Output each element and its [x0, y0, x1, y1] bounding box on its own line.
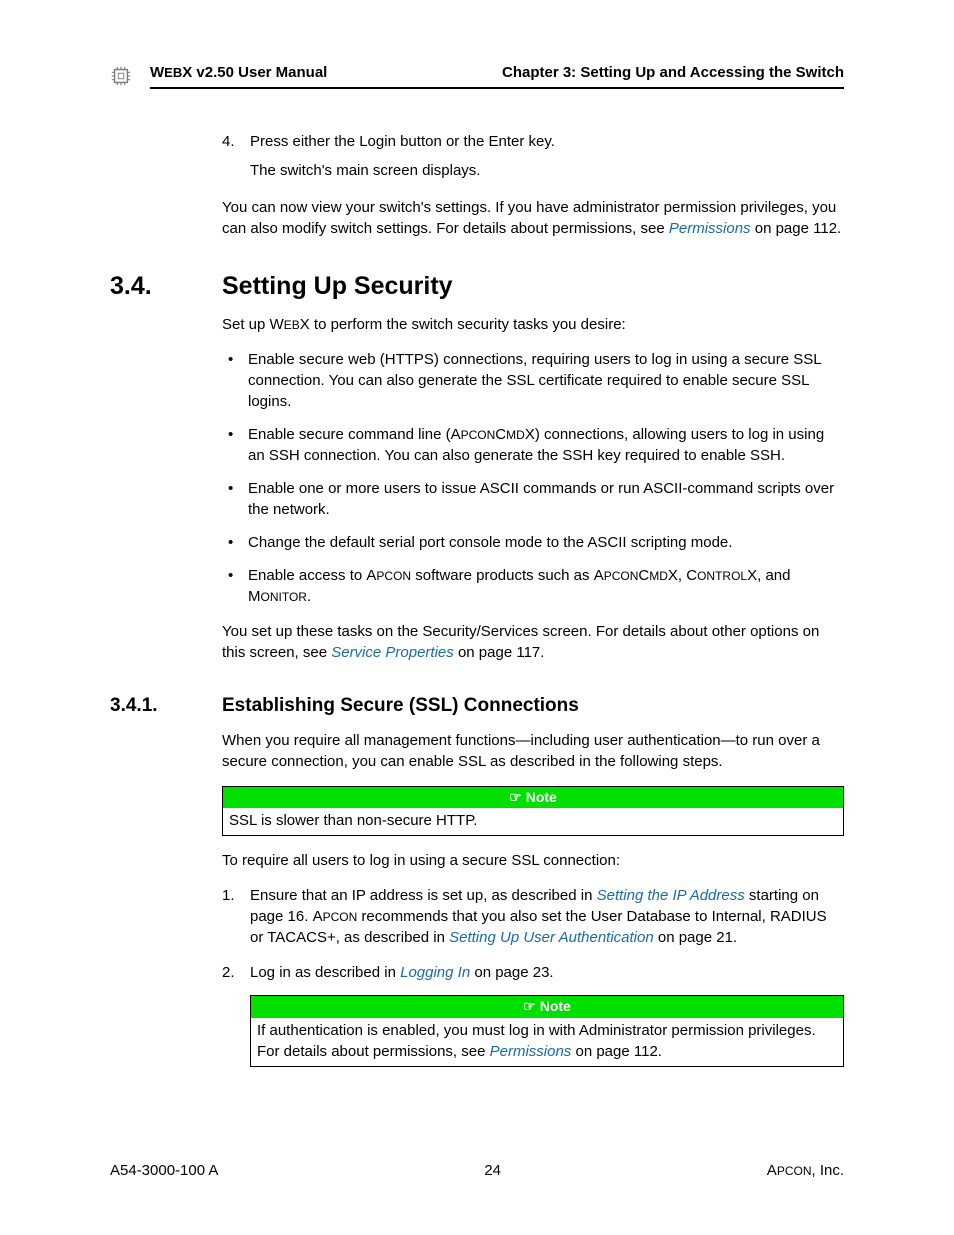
link-service-properties[interactable]: Service Properties [331, 644, 454, 661]
para-setup-tasks: You set up these tasks on the Security/S… [222, 621, 844, 663]
ssl-step-1: Ensure that an IP address is set up, as … [222, 885, 844, 948]
section-3-4-num: 3.4. [110, 269, 222, 304]
step-4-num: 4. [222, 131, 250, 152]
link-setting-ip[interactable]: Setting the IP Address [597, 887, 745, 904]
section-3-4-1-num: 3.4.1. [110, 693, 222, 720]
page-header: WEBX v2.50 User Manual Chapter 3: Settin… [110, 62, 844, 93]
bullet-https: Enable secure web (HTTPS) connections, r… [222, 349, 844, 412]
section-3-4-heading: 3.4. Setting Up Security [110, 269, 844, 304]
link-permissions[interactable]: Permissions [669, 220, 751, 237]
sec34-intro: Set up WEBX to perform the switch securi… [222, 314, 844, 335]
header-right: Chapter 3: Setting Up and Accessing the … [502, 62, 844, 83]
sec34-bullets: Enable secure web (HTTPS) connections, r… [222, 349, 844, 607]
sec341-intro: When you require all management function… [222, 730, 844, 772]
step-4: 4. Press either the Login button or the … [222, 131, 844, 152]
link-logging-in[interactable]: Logging In [400, 964, 470, 981]
para-require-ssl: To require all users to log in using a s… [222, 850, 844, 871]
ssl-steps: Ensure that an IP address is set up, as … [222, 885, 844, 1067]
note-head-2: ☞Note [251, 996, 843, 1018]
note-auth-admin: ☞Note If authentication is enabled, you … [250, 995, 844, 1067]
section-3-4-1-title: Establishing Secure (SSL) Connections [222, 693, 579, 720]
hand-icon: ☞ [509, 789, 522, 805]
header-left: WEBX v2.50 User Manual [150, 62, 327, 83]
footer-company: APCON, Inc. [767, 1160, 844, 1181]
footer-pagenum: 24 [484, 1160, 501, 1181]
footer-docnum: A54-3000-100 A [110, 1160, 218, 1181]
link-permissions-2[interactable]: Permissions [490, 1043, 572, 1060]
step-4-result: The switch's main screen displays. [250, 160, 844, 181]
note-head: ☞Note [223, 787, 843, 809]
note-ssl-slower: ☞Note SSL is slower than non-secure HTTP… [222, 786, 844, 837]
chip-icon [110, 65, 132, 87]
para-view-settings: You can now view your switch's settings.… [222, 197, 844, 239]
bullet-ascii: Enable one or more users to issue ASCII … [222, 478, 844, 520]
content: 4. Press either the Login button or the … [222, 131, 844, 239]
page: WEBX v2.50 User Manual Chapter 3: Settin… [0, 0, 954, 1235]
step-4-body: Press either the Login button or the Ent… [250, 131, 844, 152]
header-titles: WEBX v2.50 User Manual Chapter 3: Settin… [150, 62, 844, 89]
note-body-2: If authentication is enabled, you must l… [251, 1018, 843, 1066]
bullet-serial: Change the default serial port console m… [222, 532, 844, 553]
note-body: SSL is slower than non-secure HTTP. [223, 808, 843, 835]
hand-icon: ☞ [523, 998, 536, 1014]
link-user-auth[interactable]: Setting Up User Authentication [449, 929, 654, 946]
bullet-products: Enable access to APCON software products… [222, 565, 844, 607]
ssl-step-2: Log in as described in Logging In on pag… [222, 962, 844, 1067]
section-3-4-title: Setting Up Security [222, 269, 453, 304]
section-3-4-1-heading: 3.4.1. Establishing Secure (SSL) Connect… [110, 693, 844, 720]
bullet-ssh: Enable secure command line (APCONCMDX) c… [222, 424, 844, 466]
page-footer: A54-3000-100 A 24 APCON, Inc. [110, 1160, 844, 1181]
